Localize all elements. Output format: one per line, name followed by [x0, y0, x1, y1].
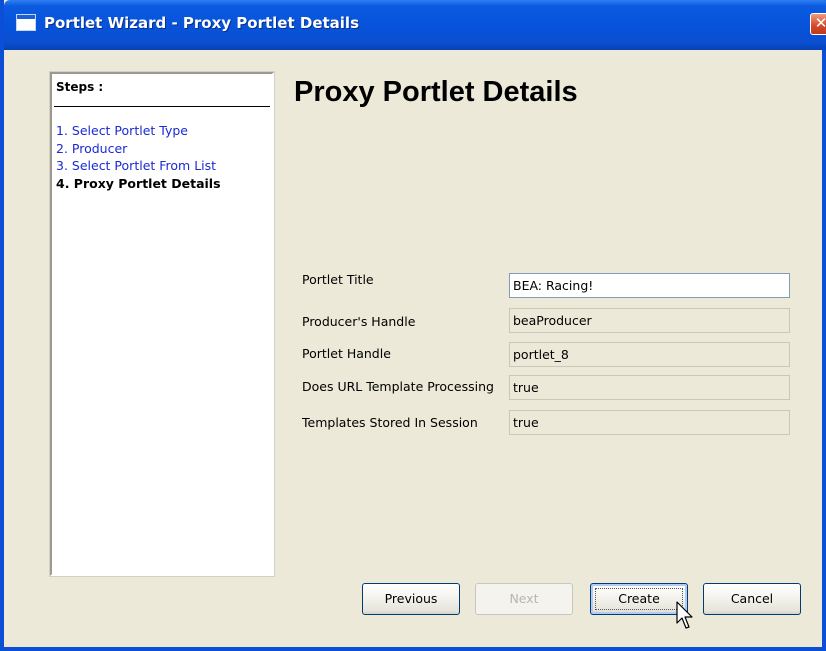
templates-stored-in-session-label: Templates Stored In Session [302, 415, 478, 430]
step-proxy-portlet-details: 4. Proxy Portlet Details [56, 175, 221, 191]
steps-list: 1. Select Portlet Type 2. Producer 3. Se… [56, 122, 221, 192]
step-producer[interactable]: 2. Producer [56, 140, 221, 158]
window-icon [16, 14, 36, 31]
create-button[interactable]: Create [590, 583, 688, 615]
portlet-wizard-window: Portlet Wizard - Proxy Portlet Details ✕… [0, 0, 826, 651]
close-icon[interactable]: ✕ [810, 13, 826, 35]
next-button[interactable]: Next [475, 583, 573, 615]
steps-divider [54, 106, 270, 107]
window-title: Portlet Wizard - Proxy Portlet Details [44, 14, 359, 32]
portlet-handle-label: Portlet Handle [302, 346, 391, 361]
url-template-processing-label: Does URL Template Processing [302, 379, 494, 394]
portlet-title-label: Portlet Title [302, 272, 374, 287]
portlet-handle-field [509, 342, 790, 367]
producers-handle-field [509, 308, 790, 333]
cancel-button[interactable]: Cancel [703, 583, 801, 615]
step-select-portlet-type[interactable]: 1. Select Portlet Type [56, 122, 221, 140]
templates-stored-in-session-field [509, 410, 790, 435]
mouse-pointer-icon [676, 601, 693, 629]
portlet-title-input[interactable] [509, 273, 790, 298]
previous-button[interactable]: Previous [362, 583, 460, 615]
steps-panel: Steps : 1. Select Portlet Type 2. Produc… [49, 71, 275, 577]
step-select-portlet-from-list[interactable]: 3. Select Portlet From List [56, 157, 221, 175]
title-bar[interactable]: Portlet Wizard - Proxy Portlet Details ✕ [4, 0, 826, 50]
steps-header: Steps : [56, 80, 104, 94]
url-template-processing-field [509, 375, 790, 400]
page-title: Proxy Portlet Details [294, 76, 578, 108]
producers-handle-label: Producer's Handle [302, 314, 416, 329]
